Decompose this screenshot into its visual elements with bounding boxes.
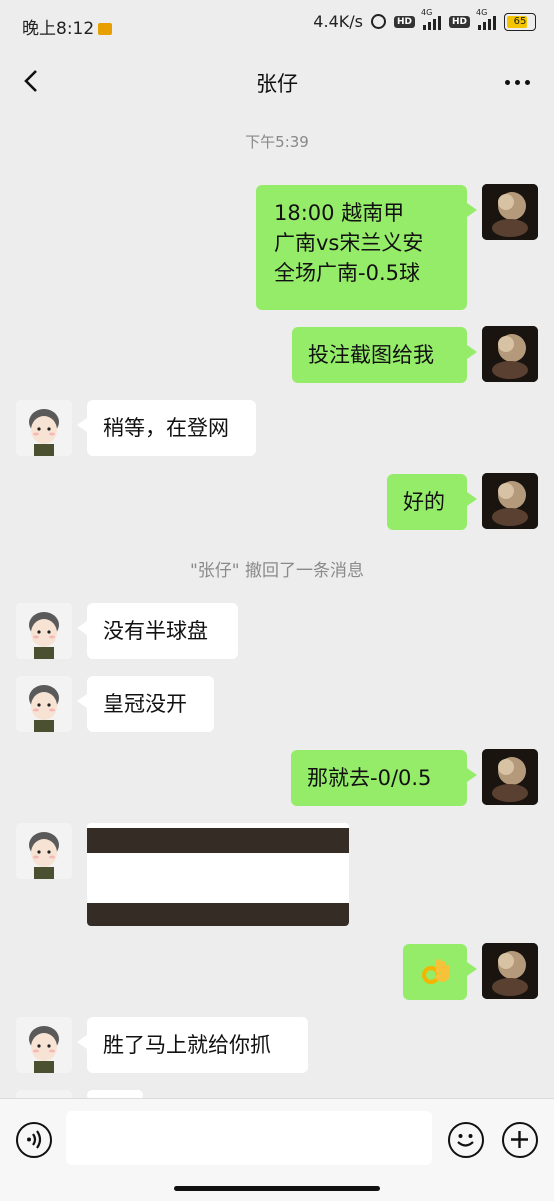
- message-text: 投注截图给我: [308, 343, 434, 367]
- contact-avatar[interactable]: [16, 603, 72, 659]
- contact-avatar[interactable]: [16, 676, 72, 732]
- contact-avatar[interactable]: [16, 1017, 72, 1073]
- message-text: 那就去-0/0.5: [307, 766, 432, 790]
- battery-level: 65: [513, 15, 527, 27]
- message-line: 全场广南-0.5球: [274, 261, 420, 285]
- network-speed: 4.4K/s: [313, 12, 363, 31]
- my-avatar[interactable]: [482, 184, 538, 240]
- alarm-icon: [370, 14, 386, 29]
- message-text: 皇冠没开: [103, 692, 187, 716]
- voice-input-icon[interactable]: [16, 1122, 52, 1158]
- more-options-icon[interactable]: [505, 80, 530, 85]
- home-indicator: [174, 1186, 380, 1191]
- my-avatar[interactable]: [482, 749, 538, 805]
- message-bubble-received[interactable]: 皇冠没开: [77, 676, 214, 732]
- message-text: 稍等，在登网: [103, 416, 229, 440]
- contact-avatar[interactable]: [16, 400, 72, 456]
- message-bubble-sent[interactable]: 18:00 越南甲 广南vs宋兰义安 全场广南-0.5球: [256, 185, 477, 310]
- message-line: 广南vs宋兰义安: [274, 231, 424, 255]
- contact-avatar[interactable]: [16, 823, 72, 879]
- message-text: 胜了马上就给你抓: [103, 1033, 271, 1057]
- chat-header: 张仔: [0, 52, 554, 112]
- chat-title: 张仔: [256, 72, 298, 96]
- my-avatar[interactable]: [482, 943, 538, 999]
- my-avatar[interactable]: [482, 473, 538, 529]
- message-input[interactable]: [66, 1111, 432, 1165]
- hd-badge-2: HD: [448, 15, 470, 28]
- add-more-icon[interactable]: [502, 1122, 538, 1158]
- emoji-icon[interactable]: [448, 1122, 484, 1158]
- message-bubble-sent[interactable]: [403, 944, 477, 1000]
- status-time: 晚上8:12: [22, 19, 95, 39]
- recall-notice: "张仔" 撤回了一条消息: [189, 561, 365, 581]
- status-bar: 晚上8:12 4.4K/s HD 4G HD 4G 65: [0, 0, 554, 50]
- battery-icon: 65: [504, 12, 536, 31]
- message-bubble-received[interactable]: 稍等，在登网: [77, 400, 256, 456]
- message-text: 好的: [403, 490, 445, 514]
- message-bubble-received[interactable]: 胜了马上就给你抓: [77, 1017, 308, 1073]
- message-line: 18:00 越南甲: [274, 201, 405, 225]
- ok-hand-emoji-icon: [422, 959, 450, 984]
- message-bubble-sent[interactable]: 投注截图给我: [292, 327, 477, 383]
- signal-icon-2: 4G: [476, 8, 496, 30]
- message-bubble-received[interactable]: 没有半球盘: [77, 603, 238, 659]
- message-bubble-sent[interactable]: 好的: [387, 474, 477, 530]
- signal-icon: 4G: [421, 8, 441, 30]
- hd-badge: HD: [393, 15, 415, 28]
- my-avatar[interactable]: [482, 326, 538, 382]
- app-notification-icon: [98, 23, 113, 35]
- message-text: 没有半球盘: [103, 619, 208, 643]
- message-timestamp: 下午5:39: [245, 133, 309, 151]
- message-bubble-sent[interactable]: 那就去-0/0.5: [291, 750, 477, 806]
- image-message[interactable]: [87, 823, 349, 926]
